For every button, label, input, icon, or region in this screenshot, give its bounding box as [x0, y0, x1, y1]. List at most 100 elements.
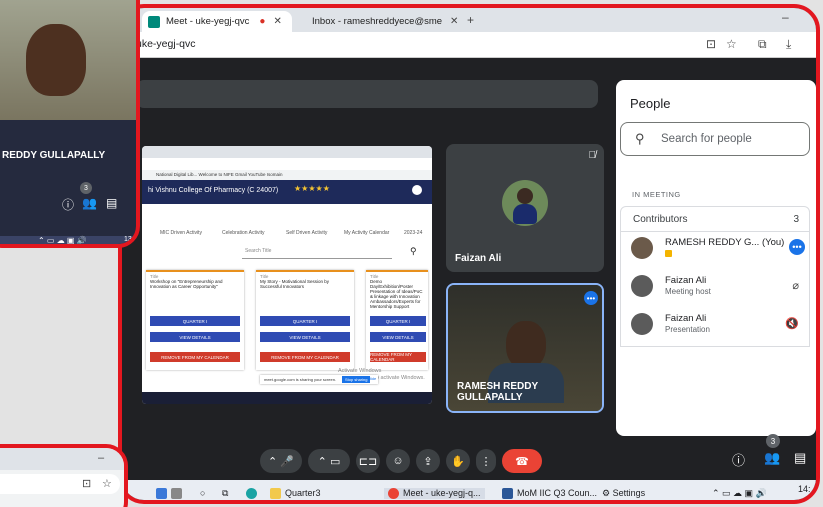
tray-icons: ⌃ ▭ ☁ ▣ 🔊	[38, 236, 87, 245]
people-search-placeholder: Search for people	[661, 133, 752, 145]
view-details-button: VIEW DETAILS	[370, 332, 426, 342]
people-icon[interactable]: 👥	[764, 450, 780, 466]
address-bar[interactable]: uke-yegj-qvc ⊡ ☆ ⧉ ⤓	[122, 32, 816, 58]
leave-call-button[interactable]: ☎	[502, 449, 542, 473]
close-tab-icon[interactable]: ✕	[273, 16, 281, 27]
avatar-body	[513, 204, 537, 224]
phone-hangup-icon: ☎	[515, 455, 529, 468]
list-item[interactable]: Faizan Ali Meeting host ⌀	[621, 271, 809, 305]
meet-stage: National Digital Lib... Welcome to NIFE …	[122, 58, 816, 500]
new-tab-button[interactable]: +	[467, 13, 474, 27]
rating-stars-icon: ★★★★★	[294, 184, 330, 193]
camera-toggle-button[interactable]: ⌃ ▭	[308, 449, 350, 473]
extensions-icon[interactable]: ⧉	[758, 37, 767, 52]
bookmark-star-icon[interactable]: ☆	[102, 477, 112, 490]
minimize-icon[interactable]: –	[782, 10, 789, 24]
system-tray-icons[interactable]: ⌃ ▭ ☁ ▣ 🔊	[712, 488, 767, 499]
menu-year: 2023-24	[404, 230, 423, 236]
menu-my-calendar: My Activity Calendar	[344, 230, 390, 236]
list-item[interactable]: Faizan Ali Presentation 🔇	[621, 309, 809, 343]
camera-icon: ▭	[329, 455, 341, 468]
taskbar-item-settings[interactable]: ⚙ Settings	[602, 488, 645, 499]
in-meeting-label: IN MEETING	[632, 190, 681, 199]
tab-inbox[interactable]: Inbox - rameshreddyece@sme ✕	[300, 11, 460, 32]
present-screen-icon: ⇪	[423, 455, 433, 468]
more-options-button[interactable]: ⋮	[476, 449, 496, 473]
card-title: My Story - Motivational Session by Succe…	[260, 279, 330, 289]
meeting-info-icon[interactable]: ⓘ	[732, 450, 745, 469]
people-icon[interactable]: 👥	[82, 196, 97, 210]
taskbar-item-quarter3[interactable]: Quarter3	[270, 488, 321, 500]
emoji-button[interactable]: ☺	[386, 449, 410, 473]
taskbar-app-icons[interactable]	[156, 488, 186, 500]
present-button[interactable]: ⇪	[416, 449, 440, 473]
mic-off-icon[interactable]: ⌀	[792, 279, 799, 292]
shared-search-icon: ⚲	[410, 246, 417, 256]
chat-icon[interactable]: ▤	[106, 196, 117, 210]
menu-celebration: Celebration Activity	[222, 230, 265, 236]
activity-card: Title My Story - Motivational Session by…	[256, 270, 354, 370]
download-icon[interactable]: ⤓	[786, 37, 791, 52]
quarter-button: QUARTER I	[370, 316, 426, 326]
volume-off-icon[interactable]: 🔇	[785, 317, 799, 330]
participant-tile-faizan[interactable]: 🎙̸ Faizan Ali	[446, 144, 604, 272]
gear-icon: ⚙	[602, 488, 611, 498]
presenter-badge-icon	[665, 250, 672, 257]
menu-mic-driven: MIC Driven Activity	[160, 230, 202, 236]
user-avatar-icon	[412, 185, 422, 195]
mic-icon: 🎤	[280, 455, 294, 468]
taskbar-item-mom[interactable]: MoM IIC Q3 Coun...	[502, 488, 597, 500]
card-title: Workshop on "Entrepreneurship and Innova…	[150, 279, 223, 289]
secondary-tab-strip: –	[0, 448, 124, 470]
sharing-banner-text: meet.google.com is sharing your screen.	[264, 377, 337, 382]
shared-site-header: hi Vishnu College Of Pharmacy (C 24007) …	[142, 180, 432, 204]
member-role: Presentation	[665, 325, 710, 334]
edge-icon[interactable]	[246, 488, 261, 500]
participant-tile-self[interactable]: ••• RAMESH REDDY GULLAPALLY	[446, 283, 604, 413]
college-name: hi Vishnu College Of Pharmacy (C 24007)	[148, 187, 279, 194]
shared-bookmarks-bar: National Digital Lib... Welcome to NIFE …	[142, 170, 432, 180]
contributors-label: Contributors	[633, 214, 688, 225]
sharing-banner: meet.google.com is sharing your screen. …	[260, 375, 378, 384]
people-search-input[interactable]: ⚲ Search for people	[620, 122, 810, 156]
taskbar-clock: 14:	[798, 484, 811, 494]
webcam-face	[26, 24, 86, 96]
tab-meet[interactable]: Meet - uke-yegj-qvc ● ✕	[142, 11, 292, 32]
info-icon[interactable]: ⓘ	[62, 196, 74, 213]
cast-icon[interactable]: ⊡	[706, 37, 716, 51]
close-tab-icon[interactable]: ✕	[450, 16, 458, 27]
raise-hand-button[interactable]: ✋	[446, 449, 470, 473]
task-view-icon[interactable]: ⧉	[222, 488, 228, 499]
minimize-icon[interactable]: –	[98, 452, 104, 464]
contributors-group-header[interactable]: Contributors 3	[620, 206, 810, 232]
members-list: RAMESH REDDY G... (You) ••• Faizan Ali M…	[620, 231, 810, 347]
chat-icon[interactable]: ▤	[794, 450, 806, 466]
view-details-button: VIEW DETAILS	[260, 332, 350, 342]
url-text: uke-yegj-qvc	[136, 38, 196, 50]
search-icon[interactable]: ○	[200, 488, 205, 498]
mic-toggle-button[interactable]: ⌃ 🎤	[260, 449, 302, 473]
captions-button[interactable]: ⊏⊐	[356, 449, 380, 473]
participant-name: RAMESH REDDY GULLAPALLY	[457, 381, 538, 403]
avatar	[631, 237, 653, 259]
more-options-icon[interactable]: •••	[584, 291, 598, 305]
people-panel: People ⚲ Search for people IN MEETING Co…	[616, 80, 816, 436]
tab-inbox-label: Inbox - rameshreddyece@sme	[312, 16, 443, 27]
member-name: RAMESH REDDY G... (You)	[665, 237, 785, 248]
shared-search-input: Search Title	[242, 248, 392, 259]
cast-icon[interactable]: ⊡	[82, 477, 91, 490]
emoji-icon: ☺	[392, 455, 404, 467]
shared-tab-strip	[142, 146, 432, 158]
avatar-head	[517, 188, 533, 204]
bookmark-star-icon[interactable]: ☆	[726, 37, 737, 51]
recording-dot-icon: ●	[259, 16, 266, 27]
chevron-up-icon: ⌃	[317, 455, 327, 468]
member-role: Meeting host	[665, 287, 711, 296]
member-name: Faizan Ali	[665, 275, 707, 286]
tab-meet-label: Meet - uke-yegj-qvc	[166, 16, 250, 27]
more-options-icon[interactable]: •••	[789, 239, 805, 255]
list-item[interactable]: RAMESH REDDY G... (You) •••	[621, 233, 809, 267]
browser-tab-strip: Meet - uke-yegj-qvc ● ✕ Inbox - rameshre…	[122, 8, 816, 32]
participant-name: Faizan Ali	[455, 253, 502, 264]
taskbar-item-meet[interactable]: Meet - uke-yegj-q...	[384, 488, 485, 500]
